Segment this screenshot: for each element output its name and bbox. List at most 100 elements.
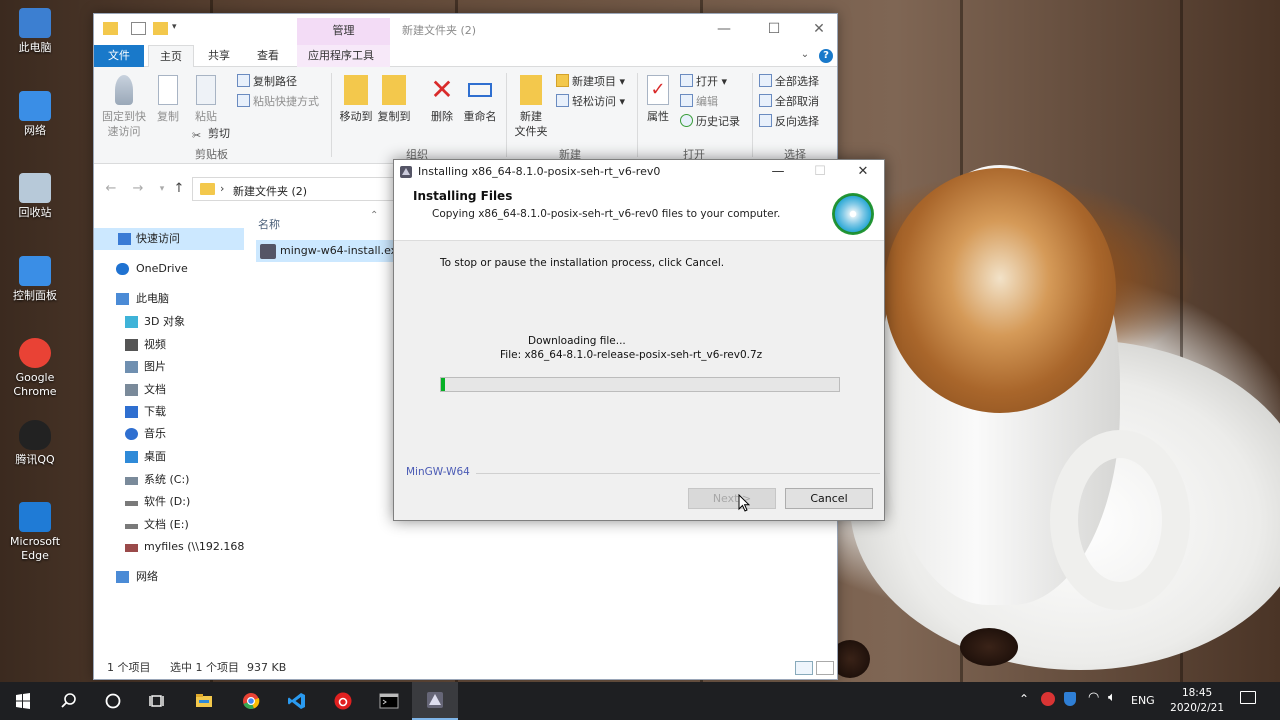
paste-button[interactable]: 粘贴	[190, 73, 222, 124]
easy-access-button[interactable]: 轻松访问 ▾	[556, 92, 625, 112]
new-item-button[interactable]: 新建项目 ▾	[556, 72, 625, 92]
nav-item-network-share[interactable]: myfiles (\\192.168	[94, 536, 244, 558]
taskbar-terminal[interactable]	[366, 682, 412, 720]
desktop-icon-network[interactable]: 网络	[0, 91, 70, 138]
back-arrow-icon[interactable]: ←	[103, 180, 119, 198]
search-button[interactable]	[46, 682, 92, 720]
volume-icon[interactable]: 🔈︎	[1108, 690, 1116, 705]
wifi-icon[interactable]: ◠	[1088, 690, 1099, 705]
move-to-button[interactable]: 移动到	[338, 73, 374, 124]
nav-item-label: 文档	[144, 383, 166, 396]
column-header-name[interactable]: 名称	[258, 216, 280, 232]
copy-path-label: 复制路径	[253, 75, 297, 88]
nav-item-documents[interactable]: 文档	[94, 379, 244, 401]
close-icon[interactable]: ✕	[854, 163, 872, 181]
cancel-button[interactable]: Cancel	[785, 488, 873, 509]
explorer-titlebar: ▾ 管理 新建文件夹 (2) — ☐ ✕	[94, 14, 837, 45]
desktop-icon-chrome[interactable]: Google Chrome	[0, 338, 70, 399]
delete-x-icon: ✕	[430, 73, 454, 106]
nav-item-onedrive[interactable]: OneDrive	[94, 258, 244, 280]
delete-button[interactable]: ✕ 删除	[426, 73, 458, 124]
properties-quick-icon[interactable]	[131, 22, 146, 35]
properties-button[interactable]: ✓ 属性	[642, 73, 674, 124]
breadcrumb[interactable]: 新建文件夹 (2)	[233, 183, 307, 199]
chevron-up-icon[interactable]: ⌃	[1019, 692, 1029, 706]
nav-item-3d-objects[interactable]: 3D 对象	[94, 311, 244, 333]
nav-item-label: 软件 (D:)	[144, 495, 191, 508]
minimize-icon[interactable]: —	[769, 163, 787, 181]
rename-button[interactable]: 重命名	[462, 73, 498, 124]
taskbar-vscode[interactable]	[274, 682, 320, 720]
taskbar-netease-music[interactable]	[320, 682, 366, 720]
nav-item-downloads[interactable]: 下载	[94, 401, 244, 423]
edit-button[interactable]: 编辑	[680, 92, 718, 112]
open-button[interactable]: 打开 ▾	[680, 72, 727, 92]
dialog-header: Installing Files Copying x86_64-8.1.0-po…	[394, 184, 884, 241]
cortana-button[interactable]	[90, 682, 136, 720]
up-arrow-icon[interactable]: ↑	[171, 180, 187, 198]
taskbar-mingw-installer[interactable]	[412, 682, 458, 720]
language-indicator[interactable]: ENG	[1131, 694, 1155, 707]
desktop-icon-edge[interactable]: Microsoft Edge	[0, 502, 70, 563]
nav-item-music[interactable]: 音乐	[94, 423, 244, 445]
shield-icon[interactable]	[1064, 692, 1076, 706]
details-view-icon[interactable]	[795, 661, 813, 675]
nav-item-label: OneDrive	[136, 262, 188, 275]
help-icon[interactable]: ?	[819, 49, 833, 63]
nav-item-desktop[interactable]: 桌面	[94, 446, 244, 468]
paste-shortcut-button[interactable]: 粘贴快捷方式	[237, 92, 319, 112]
new-folder-quick-icon[interactable]	[153, 22, 168, 35]
select-all-button[interactable]: 全部选择	[759, 72, 819, 92]
dialog-heading: Installing Files	[413, 189, 513, 203]
desktop-icon-recycle-bin[interactable]: 回收站	[0, 173, 70, 220]
desktop-icon-this-pc[interactable]: 此电脑	[0, 8, 70, 55]
desktop-icon-qq[interactable]: 腾讯QQ	[0, 420, 70, 467]
nav-item-pictures[interactable]: 图片	[94, 356, 244, 378]
maximize-icon[interactable]: ☐	[765, 20, 783, 38]
tab-application-tools[interactable]: 应用程序工具	[297, 45, 390, 67]
task-view-icon	[149, 695, 164, 707]
invert-selection-button[interactable]: 反向选择	[759, 112, 819, 132]
taskbar: ⌃ ◠ 🔈︎ ENG 18:45 2020/2/21	[0, 682, 1280, 720]
chevron-down-icon[interactable]: ▾	[172, 22, 187, 35]
pin-quick-access-button[interactable]: 固定到快 速访问	[98, 73, 150, 139]
network-icon	[116, 571, 129, 583]
start-button[interactable]	[0, 682, 46, 720]
forward-arrow-icon[interactable]: →	[130, 180, 146, 198]
item-count: 1 个项目	[107, 661, 151, 674]
new-folder-button[interactable]: 新建 文件夹	[511, 73, 551, 139]
cut-button[interactable]: ✂ 剪切	[192, 124, 230, 144]
taskbar-explorer[interactable]	[181, 682, 227, 720]
minimize-icon[interactable]: —	[715, 20, 733, 38]
nav-item-network[interactable]: 网络	[94, 566, 244, 588]
copy-path-button[interactable]: 复制路径	[237, 72, 297, 92]
chevron-down-icon[interactable]: ⌄	[798, 49, 812, 63]
taskbar-chrome[interactable]	[228, 682, 274, 720]
nav-item-videos[interactable]: 视频	[94, 334, 244, 356]
nav-item-quick-access[interactable]: 快速访问	[94, 228, 244, 250]
tab-share[interactable]: 共享	[197, 45, 241, 67]
large-icons-view-icon[interactable]	[816, 661, 834, 675]
notification-icon[interactable]	[1240, 691, 1256, 704]
select-none-button[interactable]: 全部取消	[759, 92, 819, 112]
close-icon[interactable]: ✕	[810, 20, 828, 38]
chrome-icon	[243, 693, 260, 710]
move-to-icon	[344, 75, 368, 105]
nav-item-drive-c[interactable]: 系统 (C:)	[94, 469, 244, 491]
tab-home[interactable]: 主页	[148, 45, 194, 67]
nav-item-drive-e[interactable]: 文档 (E:)	[94, 514, 244, 536]
task-view-button[interactable]	[135, 682, 181, 720]
tab-file[interactable]: 文件	[94, 45, 144, 67]
history-button[interactable]: 历史记录	[680, 112, 740, 132]
tab-view[interactable]: 查看	[246, 45, 290, 67]
recent-chevron-down-icon[interactable]: ▾	[154, 180, 170, 198]
copy-to-button[interactable]: 复制到	[376, 73, 412, 124]
clock[interactable]: 18:45 2020/2/21	[1170, 686, 1224, 716]
qq-tray-icon[interactable]	[1041, 692, 1055, 706]
selected-size: 937 KB	[247, 661, 287, 674]
context-tab-manage[interactable]: 管理	[297, 18, 390, 45]
desktop-icon-control-panel[interactable]: 控制面板	[0, 256, 70, 303]
copy-button[interactable]: 复制	[152, 73, 184, 124]
nav-item-this-pc[interactable]: 此电脑	[94, 288, 244, 310]
nav-item-drive-d[interactable]: 软件 (D:)	[94, 491, 244, 513]
